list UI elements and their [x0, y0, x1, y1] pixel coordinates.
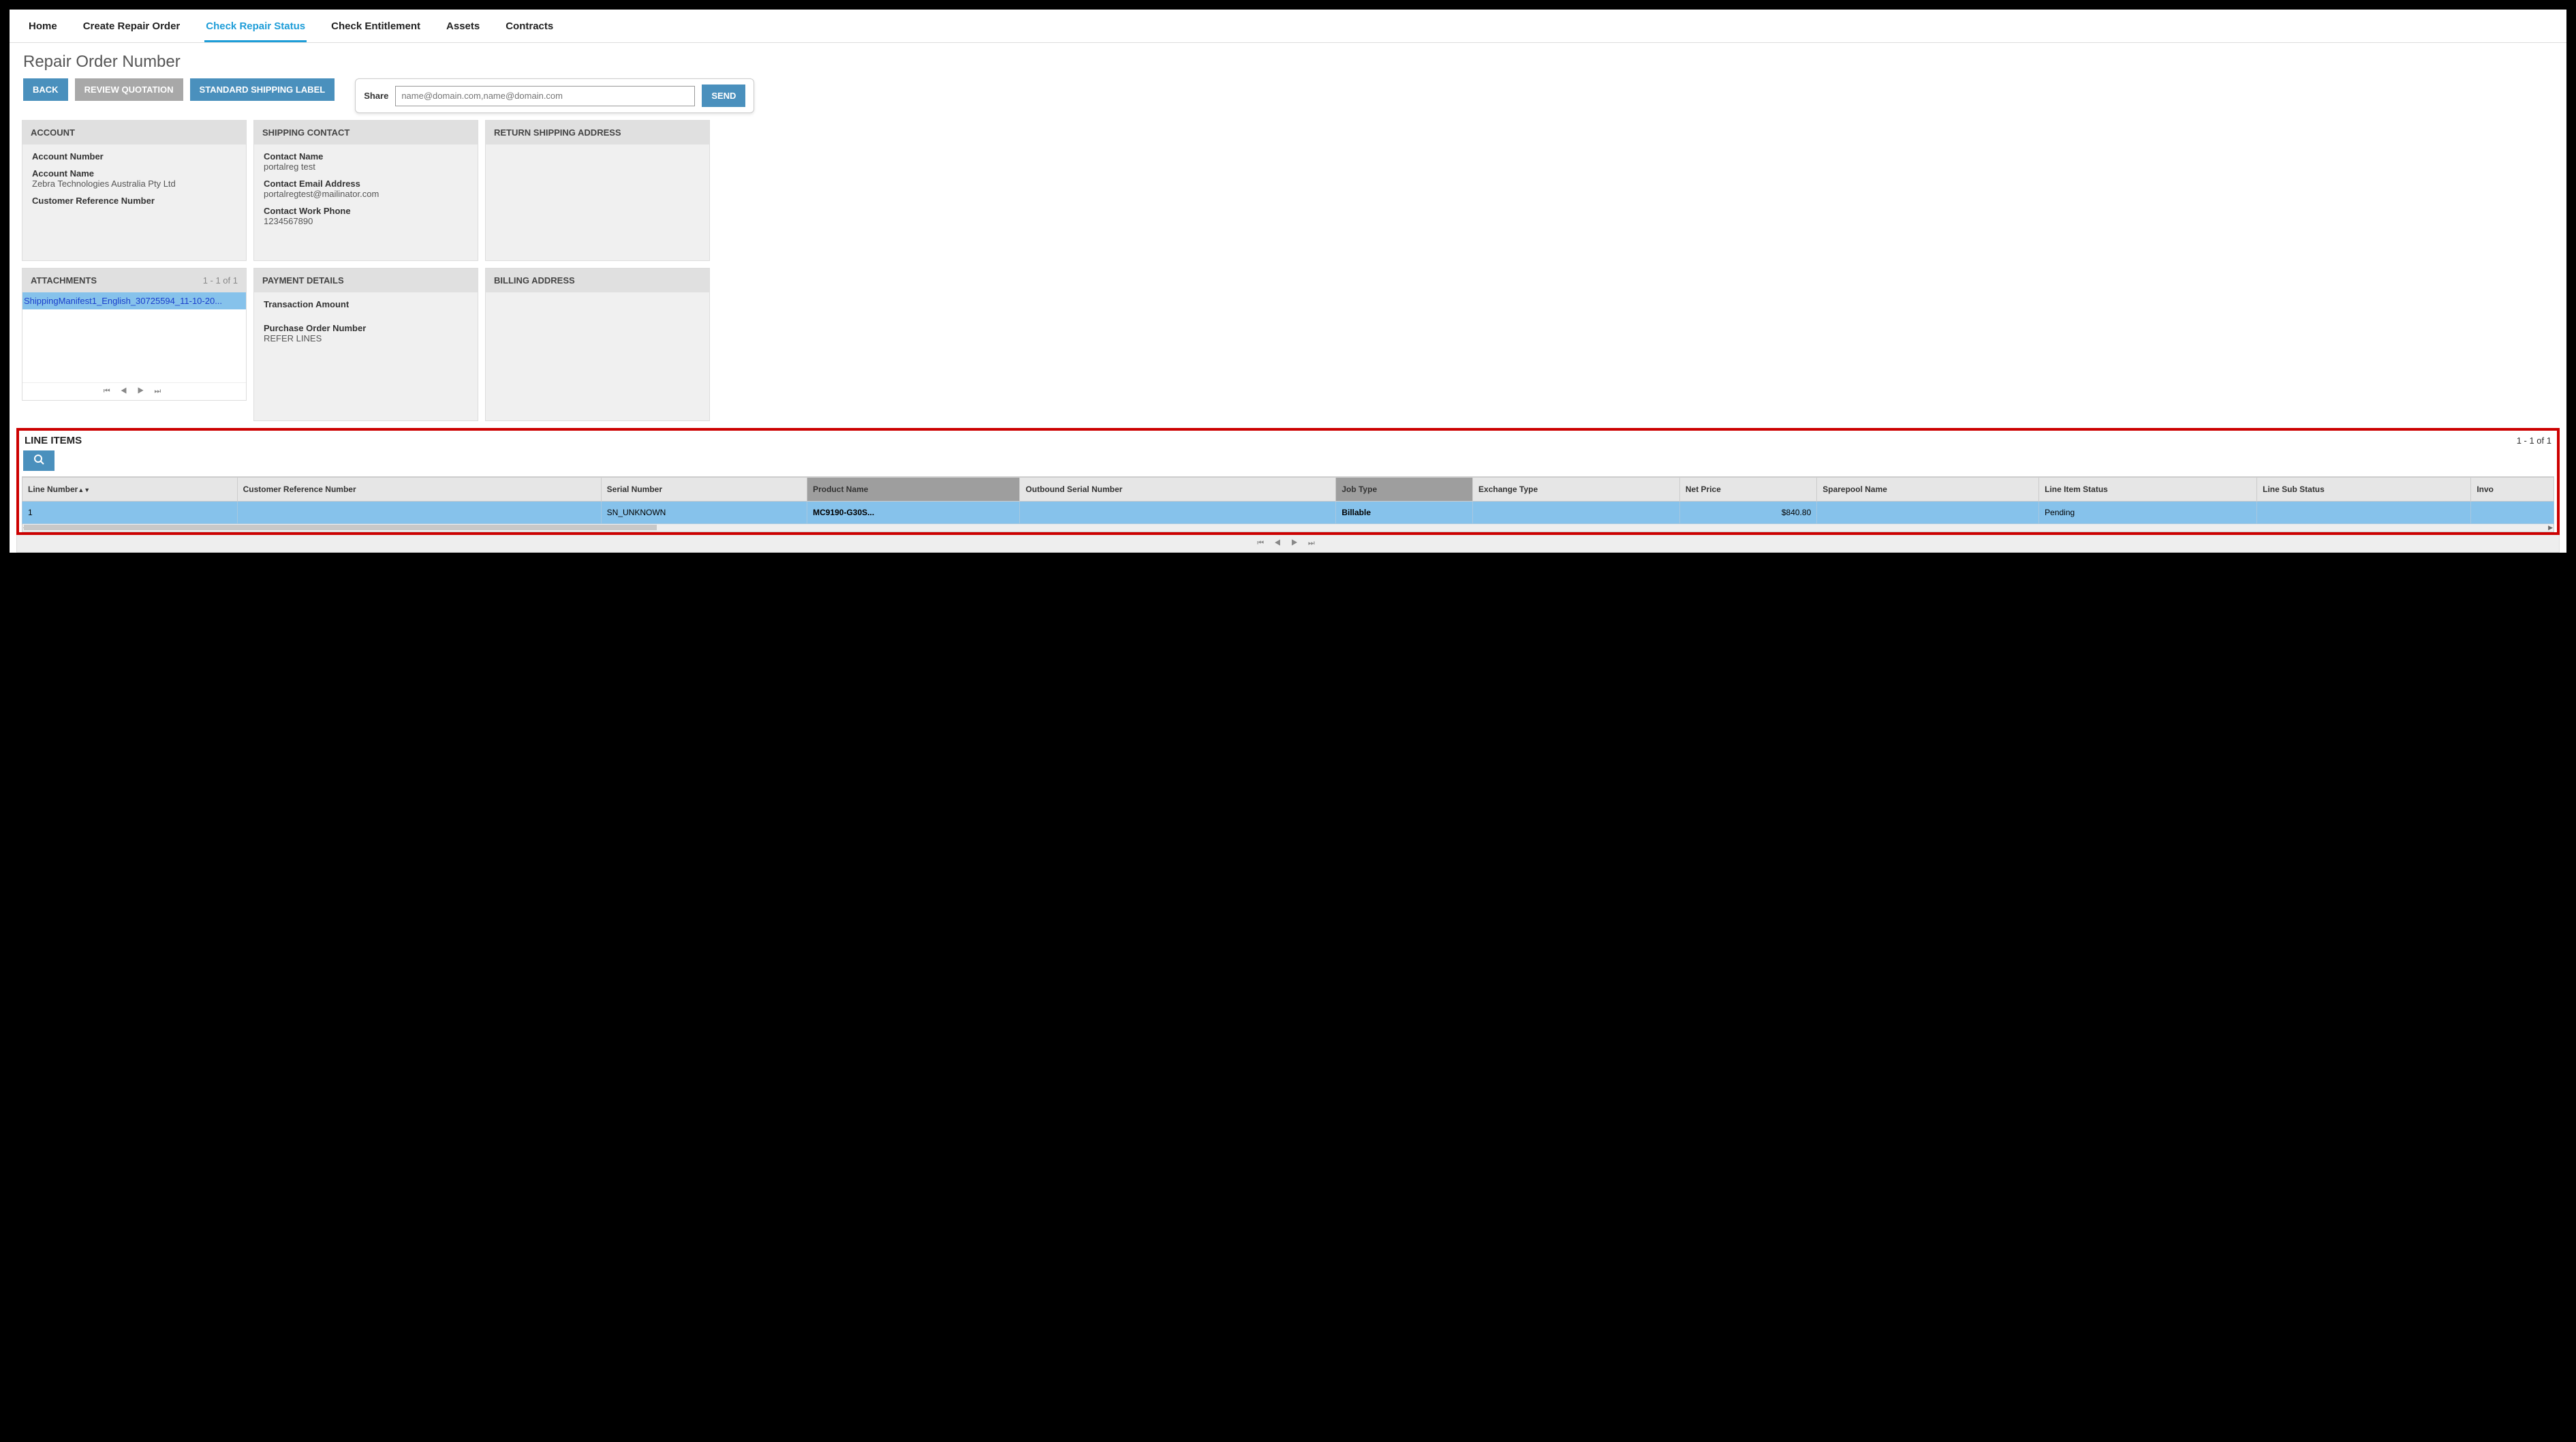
- page-title: Repair Order Number: [10, 43, 2566, 78]
- return-shipping-panel: RETURN SHIPPING ADDRESS: [485, 120, 710, 261]
- col-line-sub-status[interactable]: Line Sub Status: [2257, 478, 2471, 502]
- scroll-right-icon: ▶: [2548, 524, 2553, 532]
- line-items-table: Line Number▲▼ Customer Reference Number …: [22, 477, 2554, 524]
- tab-check-repair-status[interactable]: Check Repair Status: [204, 16, 307, 42]
- payment-title: PAYMENT DETAILS: [262, 275, 344, 286]
- action-row: BACK REVIEW QUOTATION STANDARD SHIPPING …: [10, 78, 2566, 120]
- attachments-panel: ATTACHMENTS 1 - 1 of 1 ShippingManifest1…: [22, 268, 247, 401]
- attachment-link[interactable]: ShippingManifest1_English_30725594_11-10…: [22, 292, 246, 309]
- col-serial[interactable]: Serial Number: [601, 478, 807, 502]
- col-invo[interactable]: Invo: [2471, 478, 2554, 502]
- cell-serial: SN_UNKNOWN: [601, 502, 807, 524]
- col-job-type[interactable]: Job Type: [1336, 478, 1473, 502]
- search-icon: [33, 454, 44, 467]
- billing-address-panel: BILLING ADDRESS: [485, 268, 710, 421]
- back-button[interactable]: BACK: [23, 78, 68, 101]
- horizontal-scrollbar[interactable]: ◀ ▶: [22, 524, 2554, 532]
- tab-create-repair-order[interactable]: Create Repair Order: [82, 16, 182, 42]
- account-number-label: Account Number: [32, 151, 236, 162]
- review-quotation-button[interactable]: REVIEW QUOTATION: [75, 78, 183, 101]
- cell-sparepool: [1817, 502, 2039, 524]
- cell-outbound-serial: [1020, 502, 1336, 524]
- cust-ref-label: Customer Reference Number: [32, 196, 236, 206]
- cell-net-price: $840.80: [1679, 502, 1816, 524]
- tab-check-entitlement[interactable]: Check Entitlement: [330, 16, 422, 42]
- col-outbound-serial[interactable]: Outbound Serial Number: [1020, 478, 1336, 502]
- share-box: Share SEND: [355, 78, 754, 113]
- tab-home[interactable]: Home: [27, 16, 59, 42]
- cell-status: Pending: [2039, 502, 2257, 524]
- share-label: Share: [364, 91, 388, 101]
- sort-indicator-icon: ▲▼: [78, 487, 90, 493]
- account-name-label: Account Name: [32, 168, 236, 179]
- attachments-pager[interactable]: ⏮ ◀ ▶ ⏭: [22, 382, 246, 400]
- standard-shipping-label-button[interactable]: STANDARD SHIPPING LABEL: [190, 78, 335, 101]
- top-nav: Home Create Repair Order Check Repair St…: [10, 10, 2566, 43]
- line-items-title: LINE ITEMS: [25, 435, 82, 446]
- contact-name-value: portalreg test: [264, 162, 468, 172]
- tab-assets[interactable]: Assets: [445, 16, 481, 42]
- cell-job-type: Billable: [1336, 502, 1473, 524]
- contact-email-value: portalregtest@mailinator.com: [264, 189, 468, 199]
- contact-name-label: Contact Name: [264, 151, 468, 162]
- payment-details-panel: PAYMENT DETAILS Transaction Amount Purch…: [253, 268, 478, 421]
- line-items-search-button[interactable]: [23, 450, 55, 471]
- col-exchange-type[interactable]: Exchange Type: [1473, 478, 1680, 502]
- contact-phone-value: 1234567890: [264, 216, 468, 226]
- col-cust-ref[interactable]: Customer Reference Number: [237, 478, 601, 502]
- po-label: Purchase Order Number: [264, 323, 468, 333]
- cell-exchange-type: [1473, 502, 1680, 524]
- cell-product: MC9190-G30S...: [807, 502, 1020, 524]
- account-panel: ACCOUNT Account Number Account Name Zebr…: [22, 120, 247, 261]
- line-items-count: 1 - 1 of 1: [2517, 435, 2551, 446]
- scrollbar-thumb[interactable]: [24, 525, 657, 530]
- col-net-price[interactable]: Net Price: [1679, 478, 1816, 502]
- contact-phone-label: Contact Work Phone: [264, 206, 468, 216]
- attachments-count: 1 - 1 of 1: [203, 275, 238, 286]
- account-name-value: Zebra Technologies Australia Pty Ltd: [32, 179, 236, 189]
- line-items-section: LINE ITEMS 1 - 1 of 1 Line Number▲▼ Cust…: [16, 428, 2560, 535]
- attachments-title: ATTACHMENTS: [31, 275, 97, 286]
- line-items-table-wrap: Line Number▲▼ Customer Reference Number …: [22, 476, 2554, 524]
- table-row[interactable]: 1 SN_UNKNOWN MC9190-G30S... Billable $84…: [22, 502, 2554, 524]
- cell-sub-status: [2257, 502, 2471, 524]
- col-line-item-status[interactable]: Line Item Status: [2039, 478, 2257, 502]
- tab-contracts[interactable]: Contracts: [504, 16, 555, 42]
- shipping-contact-title: SHIPPING CONTACT: [262, 127, 350, 138]
- col-product-name[interactable]: Product Name: [807, 478, 1020, 502]
- return-shipping-title: RETURN SHIPPING ADDRESS: [494, 127, 621, 138]
- line-items-pager[interactable]: ⏮ ◀ ▶ ⏭: [16, 535, 2560, 553]
- cell-invo: [2471, 502, 2554, 524]
- po-value: REFER LINES: [264, 333, 468, 343]
- account-panel-title: ACCOUNT: [31, 127, 75, 138]
- share-input[interactable]: [395, 86, 695, 106]
- shipping-contact-panel: SHIPPING CONTACT Contact Name portalreg …: [253, 120, 478, 261]
- billing-title: BILLING ADDRESS: [494, 275, 575, 286]
- col-line-number[interactable]: Line Number▲▼: [22, 478, 238, 502]
- contact-email-label: Contact Email Address: [264, 179, 468, 189]
- cell-line-number: 1: [22, 502, 238, 524]
- cell-cust-ref: [237, 502, 601, 524]
- trans-amount-label: Transaction Amount: [264, 299, 468, 309]
- panels-grid: ACCOUNT Account Number Account Name Zebr…: [10, 120, 2566, 421]
- send-button[interactable]: SEND: [702, 85, 745, 107]
- col-sparepool[interactable]: Sparepool Name: [1817, 478, 2039, 502]
